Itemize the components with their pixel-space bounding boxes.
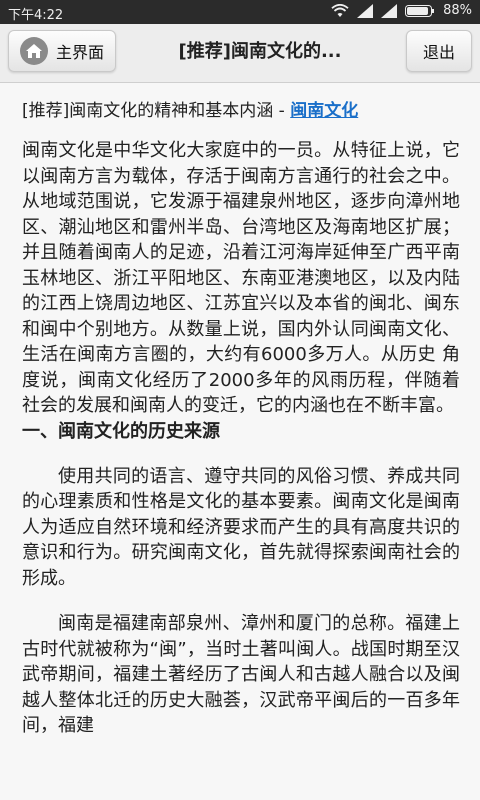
section-title: 一、闽南文化的历史来源 — [22, 420, 220, 442]
exit-button[interactable]: 退出 — [406, 30, 472, 72]
exit-button-label: 退出 — [422, 43, 455, 62]
battery-percent: 88% — [443, 3, 472, 18]
page-title: [推荐]闽南文化的... — [178, 41, 342, 62]
wifi-icon — [331, 3, 349, 17]
category-link[interactable]: 闽南文化 — [290, 101, 358, 121]
top-toolbar: 主界面 [推荐]闽南文化的... 退出 — [0, 24, 480, 83]
home-icon — [19, 37, 48, 65]
body-paragraph: 使用共同的语言、遵守共同的风俗习惯、养成共同的心理素质和性格是文化的基本要素。闽… — [22, 465, 460, 589]
battery-icon — [405, 4, 435, 17]
article-heading-text: [推荐]闽南文化的精神和基本内涵 - — [22, 101, 291, 121]
signal-icon — [381, 3, 398, 18]
status-icons: 88% — [331, 3, 472, 18]
intro-paragraph: 闽南文化是中华文化大家庭中的一员。从特征上说，它以闽南方言为载体，存活于闽南方言… — [22, 140, 460, 416]
body-paragraph: 闽南是福建南部泉州、漳州和厦门的总称。福建上古时代就被称为“闽”，当时土著叫闽人… — [22, 613, 460, 736]
home-button-label: 主界面 — [55, 43, 104, 62]
signal-icon — [357, 3, 374, 18]
article-content: [推荐]闽南文化的精神和基本内涵 - 闽南文化 闽南文化是中华文化大家庭中的一员… — [22, 96, 460, 759]
status-bar: 下午4:22 88% — [0, 0, 480, 24]
article-heading: [推荐]闽南文化的精神和基本内涵 - 闽南文化 — [22, 96, 460, 126]
status-time: 下午4:22 — [8, 8, 64, 23]
home-button[interactable]: 主界面 — [8, 30, 116, 72]
